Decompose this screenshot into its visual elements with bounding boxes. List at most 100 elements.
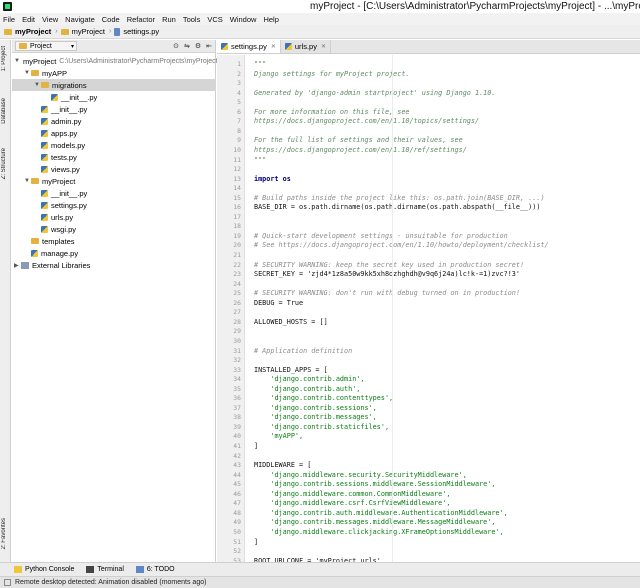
bottom-tool-1[interactable]: Terminal [86,566,124,573]
tree-item-label: views.py [51,164,80,174]
line-number: 52 [233,547,241,556]
code-editor[interactable]: """ Django settings for myProject project… [246,55,640,565]
menu-help[interactable]: Help [263,15,278,24]
menu-code[interactable]: Code [102,15,120,24]
code-line: 'django.middleware.security.SecurityMidd… [254,470,467,479]
tree-item[interactable]: apps.py [12,127,216,139]
tree-item-label: __init__.py [51,188,88,198]
menu-file[interactable]: File [3,15,15,24]
python-file-icon [114,27,121,36]
tree-item[interactable]: urls.py [12,211,216,223]
line-number-gutter: 1 2 3 4 5 6 7 8 9 10 11 12 13 14 15 16 17 18 19 20 21 22 23 24 2… [217,55,245,565]
tree-item[interactable]: settings.py [12,199,216,211]
bottom-tool-2[interactable]: 6: TODO [135,566,175,573]
line-number: 42 [233,451,241,460]
line-number: 12 [233,165,241,174]
tab-settings-py[interactable]: settings.py ✕ [217,40,281,53]
line-number: 7 [237,117,241,126]
tree-item[interactable]: templates [12,235,216,247]
line-number: 35 [233,384,241,393]
code-line: """ [254,155,267,164]
hide-icon[interactable]: ⇤ [206,42,212,50]
tree-item[interactable]: __init__.py [12,187,216,199]
code-line: INSTALLED_APPS = [ [254,365,328,374]
tree-item[interactable]: tests.py [12,151,216,163]
chevron-right-icon: › [108,28,112,35]
code-line: Django settings for myProject project. [254,69,410,78]
menu-bar: File Edit View Navigate Code Refactor Run Tools… [0,13,640,25]
tree-item[interactable]: ▼ myProject [12,175,216,187]
python-file-icon [41,141,48,149]
line-number: 39 [233,422,241,431]
tree-item[interactable]: manage.py [12,247,216,259]
tree-item[interactable]: views.py [12,163,216,175]
python-file-icon [41,117,48,125]
tree-item[interactable]: ▼ migrations [12,79,216,91]
tree-item[interactable]: ▼ myProject C:\Users\Administrator\Pycharm… [12,55,218,67]
tree-item-label: admin.py [51,116,82,126]
sync-icon[interactable]: ⊙ [173,42,179,50]
collapse-arrow-icon[interactable]: ▶ [14,262,21,269]
menu-refactor[interactable]: Refactor [127,15,155,24]
code-line: BASE_DIR = os.path.dirname(os.path.dirna… [254,203,541,212]
code-line: 'django.contrib.auth.middleware.Authenti… [254,508,508,517]
library-icon [21,261,29,269]
python-file-icon [41,225,48,233]
line-number: 37 [233,403,241,412]
expand-arrow-icon[interactable]: ▼ [24,70,31,76]
tree-item-label: urls.py [51,212,74,222]
tool-windows-icon[interactable] [4,579,11,586]
breadcrumb-file[interactable]: settings.py [114,27,159,36]
line-number: 5 [237,98,241,107]
tree-item[interactable]: __init__.py [12,91,216,103]
bottom-tool-0[interactable]: Python Console [14,566,74,573]
line-number: 16 [233,203,241,212]
code-line: # Quick-start development settings - uns… [254,231,508,240]
code-line: # See https://docs.djangoproject.com/en/… [254,241,549,250]
python-file-icon [31,249,38,257]
project-view-selector[interactable]: Project ▾ [15,41,77,51]
breadcrumb-root[interactable]: myProject [4,27,51,36]
close-icon[interactable]: ✕ [271,43,276,50]
tree-item[interactable]: ▼ myAPP [12,67,216,79]
tree-item-label: wsgi.py [51,224,77,234]
database-tool-tab[interactable]: Database [1,98,7,124]
tree-item-label: myProject [22,56,57,66]
code-line: For more information on this file, see [254,107,410,116]
structure-tool-tab[interactable]: Z: Structure [1,148,7,179]
tree-item[interactable]: ▶ External Libraries [12,259,216,271]
project-tool-tab[interactable]: 1: Project [1,46,7,71]
project-panel: Project ▾ ⊙ ⇋ ⚙ ⇤ ▼ myProject C:\Users\Adm… [12,40,218,562]
tree-item[interactable]: models.py [12,139,216,151]
menu-run[interactable]: Run [162,15,176,24]
python-file-icon [41,165,48,173]
window-title: myProject - [C:\Users\Administrator\Pych… [310,1,640,12]
tree-item[interactable]: admin.py [12,115,216,127]
close-icon[interactable]: ✕ [321,43,326,50]
expand-arrow-icon[interactable]: ▼ [34,82,41,88]
expand-arrow-icon[interactable]: ▼ [24,178,31,184]
tree-item[interactable]: __init__.py [12,103,216,115]
code-line: SECRET_KEY = 'zjd4*1z8a50w9kk5xh8ozhghdh… [254,270,520,279]
code-line: 'django.contrib.messages', [254,413,377,422]
breadcrumb-package[interactable]: myProject [60,27,105,36]
python-file-icon [51,93,58,101]
line-number: 32 [233,356,241,365]
code-line: https://docs.djangoproject.com/en/1.10/r… [254,145,467,154]
menu-edit[interactable]: Edit [22,15,35,24]
editor-tab-bar: settings.py ✕ urls.py ✕ [217,40,640,54]
collapse-icon[interactable]: ⇋ [184,42,190,50]
tab-urls-py[interactable]: urls.py ✕ [280,40,332,53]
menu-tools[interactable]: Tools [183,15,201,24]
expand-arrow-icon[interactable]: ▼ [14,58,20,64]
menu-view[interactable]: View [42,15,58,24]
line-number: 8 [237,126,241,135]
line-number: 11 [233,155,241,164]
menu-navigate[interactable]: Navigate [65,15,95,24]
tree-item-label: __init__.py [51,104,88,114]
favorites-tool-tab[interactable]: 2: Favorites [1,518,7,549]
gear-icon[interactable]: ⚙ [195,42,201,50]
menu-window[interactable]: Window [230,15,257,24]
tree-item[interactable]: wsgi.py [12,223,216,235]
menu-vcs[interactable]: VCS [207,15,222,24]
